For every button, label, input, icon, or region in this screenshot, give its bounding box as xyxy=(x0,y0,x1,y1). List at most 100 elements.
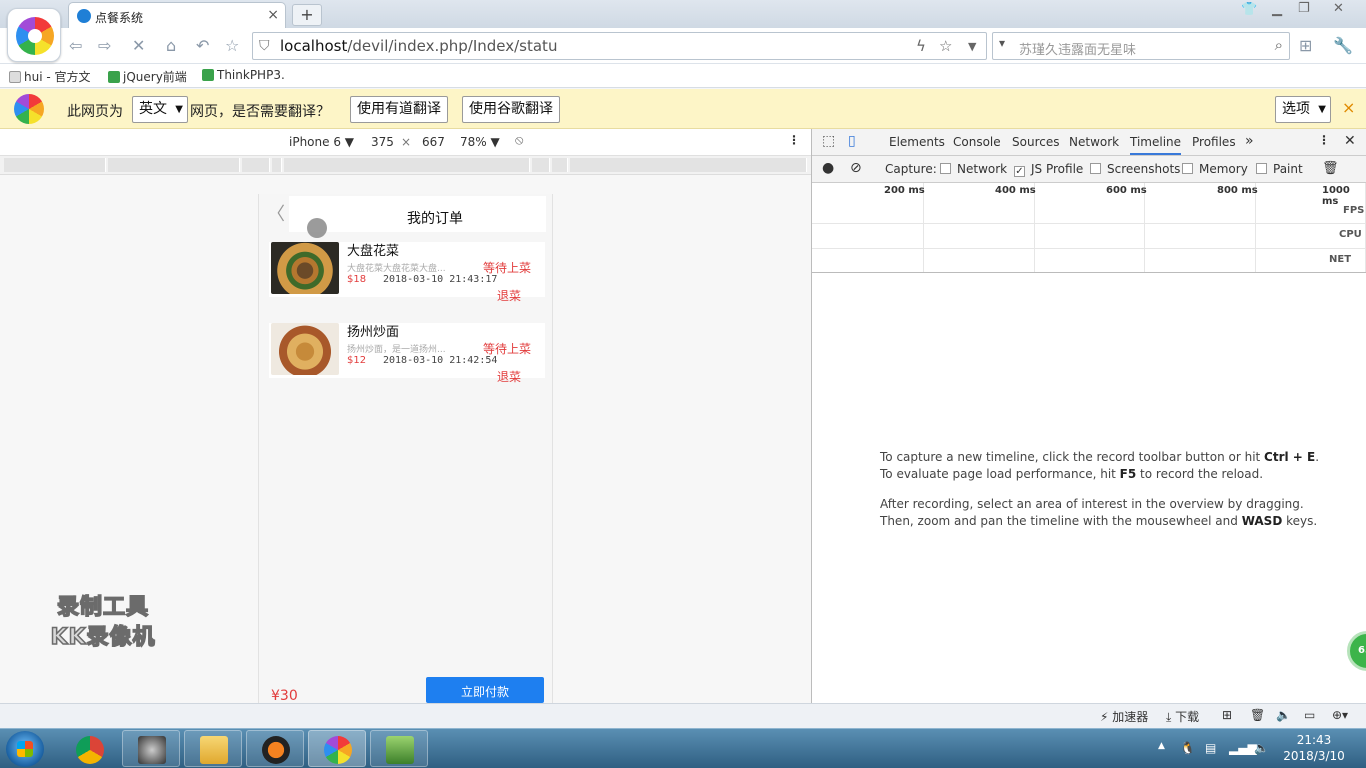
order-item[interactable]: 大盘花菜 大盘花菜大盘花菜大盘... $18 2018-03-10 21:43:… xyxy=(269,242,545,303)
home-icon[interactable]: ⌂ xyxy=(166,36,176,55)
device-toolbar: iPhone 6 ▼ 375 × 667 78% ▼ ⦸ ⋮ xyxy=(0,129,811,156)
tick-label: 600 ms xyxy=(1106,185,1147,196)
device-height-input[interactable]: 667 xyxy=(422,135,445,149)
favorites-icon[interactable]: ☆ xyxy=(225,36,239,55)
dish-image xyxy=(271,323,339,375)
volume-tray-icon[interactable]: 🔈 xyxy=(1254,741,1269,755)
system-clock[interactable]: 21:43 2018/3/10 xyxy=(1270,732,1358,764)
search-icon[interactable]: ⌕ xyxy=(1275,36,1283,54)
search-input[interactable]: 苏瑾久违露面无星味 xyxy=(1019,39,1136,58)
back-icon[interactable]: ⇦ xyxy=(69,36,82,55)
download-button[interactable]: ⤓ 下载 xyxy=(1166,708,1199,725)
skin-icon[interactable]: 👕 xyxy=(1241,2,1257,17)
tab-close-icon[interactable]: × xyxy=(267,7,279,23)
zoom-select[interactable]: 78% ▼ xyxy=(460,135,500,149)
media-query-ruler[interactable] xyxy=(0,156,811,175)
address-bar[interactable]: ⛉ localhost/devil/index.php/Index/statu … xyxy=(252,32,987,60)
apps-icon[interactable]: ⊞ xyxy=(1299,36,1312,55)
devtools-menu-icon[interactable]: ⋮ xyxy=(1318,133,1330,147)
google-translate-button[interactable]: 使用谷歌翻译 xyxy=(462,96,560,123)
bookmark-jquery[interactable]: jQuery前端 xyxy=(108,68,187,85)
browser-logo[interactable] xyxy=(7,8,61,62)
qq-icon[interactable]: 🐧 xyxy=(1180,741,1195,755)
rotate-icon[interactable]: ⦸ xyxy=(515,133,523,148)
tab-network[interactable]: Network xyxy=(1069,135,1119,149)
taskbar-recorder[interactable] xyxy=(370,730,428,767)
capture-js-profile-checkbox[interactable]: ✓ JS Profile xyxy=(1014,162,1083,177)
network-icon[interactable]: ▂▄▆ xyxy=(1229,741,1257,755)
volume-icon[interactable]: 🔈 xyxy=(1276,708,1291,722)
capture-screenshots-checkbox[interactable]: Screenshots xyxy=(1090,162,1180,176)
screenshot-icon[interactable]: ⊞ xyxy=(1222,708,1232,722)
restore-icon[interactable]: ❐ xyxy=(1298,1,1310,16)
taskbar-app[interactable] xyxy=(246,730,304,767)
url-dropdown-icon[interactable]: ▼ xyxy=(968,40,976,53)
search-box[interactable]: ▾ 苏瑾久违露面无星味 ⌕ xyxy=(992,32,1290,60)
url-path: /devil/index.php/Index/statu xyxy=(347,37,558,55)
bookmark-hui[interactable]: hui - 官方文 xyxy=(9,68,91,85)
back-arrow-icon[interactable]: 〈 xyxy=(267,200,285,226)
hint-select: After recording, select an area of inter… xyxy=(880,497,1304,511)
lightning-icon[interactable]: ϟ xyxy=(916,37,926,55)
taskbar-chrome[interactable] xyxy=(60,730,118,767)
more-tabs-icon[interactable]: » xyxy=(1245,133,1254,149)
inspect-element-icon[interactable]: ⬚ xyxy=(822,133,835,149)
taskbar-photo-viewer[interactable] xyxy=(122,730,180,767)
tab-profiles[interactable]: Profiles xyxy=(1192,135,1236,149)
tab-active[interactable]: 点餐系统 × xyxy=(68,2,286,29)
bookmark-thinkphp[interactable]: ThinkPHP3. xyxy=(202,68,285,82)
bookmark-star-icon[interactable]: ☆ xyxy=(939,37,952,55)
search-engine-icon[interactable]: ▾ xyxy=(999,36,1005,50)
order-item[interactable]: 扬州炒面 扬州炒面，是一道扬州... $12 2018-03-10 21:42:… xyxy=(269,323,545,384)
url-text[interactable]: localhost/devil/index.php/Index/statu xyxy=(280,37,557,55)
translate-close-icon[interactable]: × xyxy=(1342,98,1355,117)
device-mode-icon[interactable]: ▯ xyxy=(848,133,856,149)
timeline-overview[interactable]: 200 ms 400 ms 600 ms 800 ms 1000 ms FPS … xyxy=(812,183,1366,273)
tab-elements[interactable]: Elements xyxy=(889,135,945,149)
youdao-translate-button[interactable]: 使用有道翻译 xyxy=(350,96,448,123)
capture-paint-checkbox[interactable]: Paint xyxy=(1256,162,1303,176)
tools-icon[interactable]: 🔧 xyxy=(1333,36,1353,55)
device-select[interactable]: iPhone 6 ▼ xyxy=(289,135,354,149)
security-shield-icon: ⛉ xyxy=(259,38,270,54)
accelerator-button[interactable]: ⚡ 加速器 xyxy=(1100,708,1148,725)
forward-icon[interactable]: ⇨ xyxy=(98,36,111,55)
site-favicon-icon xyxy=(77,9,91,23)
window-close-icon[interactable]: ✕ xyxy=(1333,1,1344,16)
tab-console[interactable]: Console xyxy=(953,135,1001,149)
device-width-input[interactable]: 375 xyxy=(371,135,394,149)
page-zoom-icon[interactable]: ⊕▾ xyxy=(1332,708,1348,722)
refund-button[interactable]: 退菜 xyxy=(497,368,521,385)
pay-now-button[interactable]: 立即付款 xyxy=(426,677,544,703)
device-viewport: 我的订单 〈 大盘花菜 大盘花菜大盘花菜大盘... $18 2018-03-10… xyxy=(0,175,811,704)
undo-icon[interactable]: ↶ xyxy=(196,36,209,55)
minimize-icon[interactable]: ▁ xyxy=(1272,2,1282,17)
tray-app-icon[interactable]: ▤ xyxy=(1205,741,1216,755)
record-icon[interactable]: ● xyxy=(822,160,834,176)
start-button[interactable] xyxy=(6,731,44,767)
capture-memory-checkbox[interactable]: Memory xyxy=(1182,162,1248,176)
trash-icon[interactable]: 🗑 xyxy=(1322,161,1339,176)
fps-label: FPS xyxy=(1343,205,1365,216)
translate-options-button[interactable]: 选项 ▼ xyxy=(1275,96,1331,123)
refund-button[interactable]: 退菜 xyxy=(497,287,521,304)
taskbar-explorer[interactable] xyxy=(184,730,242,767)
clear-icon[interactable]: ⊘ xyxy=(850,160,862,176)
page-title: 我的订单 xyxy=(407,211,463,227)
tab-timeline[interactable]: Timeline xyxy=(1130,135,1182,155)
tab-sources[interactable]: Sources xyxy=(1012,135,1059,149)
taskbar-browser[interactable] xyxy=(308,730,366,767)
chevron-down-icon: ▼ xyxy=(175,104,183,115)
new-tab-button[interactable]: + xyxy=(292,4,322,26)
stop-icon[interactable]: ✕ xyxy=(132,36,145,55)
more-options-icon[interactable]: ⋮ xyxy=(788,133,800,147)
speed-ball-badge[interactable]: 65 xyxy=(1347,631,1366,671)
bookmarks-bar: hui - 官方文 jQuery前端 ThinkPHP3. xyxy=(0,64,1366,88)
language-select[interactable]: 英文 ▼ xyxy=(132,96,188,123)
devtools-close-icon[interactable]: ✕ xyxy=(1344,133,1356,149)
tray-expand-icon[interactable]: ▲ xyxy=(1158,741,1165,751)
capture-network-checkbox[interactable]: Network xyxy=(940,162,1007,176)
clean-icon[interactable]: 🗑 xyxy=(1250,708,1265,722)
translate-bar: 此网页为 英文 ▼ 网页，是否需要翻译？ 使用有道翻译 使用谷歌翻译 选项 ▼ × xyxy=(0,89,1366,129)
window-mode-icon[interactable]: ▭ xyxy=(1304,708,1315,722)
